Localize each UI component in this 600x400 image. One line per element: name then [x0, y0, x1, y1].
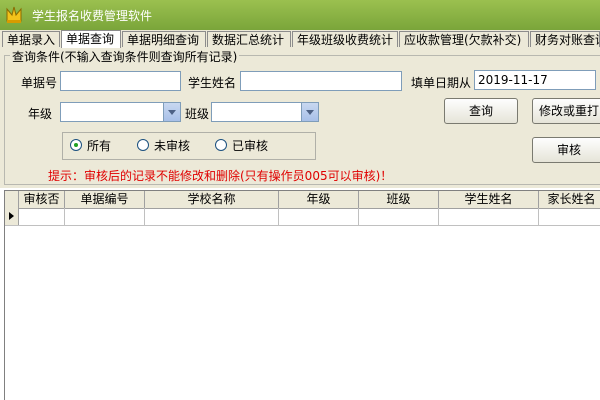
app-logo-icon — [6, 6, 22, 23]
grade-label: 年级 — [28, 107, 53, 121]
table-cell[interactable] — [359, 208, 439, 225]
student-name-input[interactable] — [240, 71, 402, 91]
records-grid[interactable]: 审核否 单据编号 学校名称 年级 班级 学生姓名 家长姓名 — [4, 190, 600, 400]
filter-all-radio[interactable] — [70, 139, 82, 151]
filter-all-label[interactable]: 所有 — [87, 137, 111, 154]
table-row[interactable] — [5, 208, 600, 226]
table-cell[interactable] — [279, 208, 359, 225]
student-name-label: 学生姓名 — [188, 76, 237, 90]
chevron-down-icon[interactable] — [301, 103, 318, 121]
tab-summary-stats[interactable]: 数据汇总统计 — [207, 31, 291, 47]
tab-receivables[interactable]: 应收款管理(欠款补交) — [399, 31, 529, 47]
doc-no-input[interactable] — [60, 71, 181, 91]
date-from-input[interactable]: 2019-11-17 — [474, 70, 596, 90]
table-cell[interactable] — [65, 208, 145, 225]
edit-reprint-button[interactable]: 修改或重打 — [532, 98, 600, 124]
filter-unaudited-label[interactable]: 未审核 — [154, 137, 190, 154]
row-indicator-header — [5, 191, 19, 208]
col-header-audited[interactable]: 审核否 — [19, 191, 65, 208]
chevron-down-icon[interactable] — [163, 103, 180, 121]
table-cell[interactable] — [539, 208, 600, 225]
audit-hint-text: 提示：审核后的记录不能修改和删除(只有操作员005可以审核)！ — [48, 169, 393, 183]
tab-finance-reconcile[interactable]: 财务对账查询 — [530, 31, 600, 47]
grade-select[interactable] — [60, 102, 181, 122]
tab-entry[interactable]: 单据录入 — [2, 31, 60, 47]
filter-audited-label[interactable]: 已审核 — [232, 137, 268, 154]
col-header-class[interactable]: 班级 — [359, 191, 439, 208]
query-legend: 查询条件(不输入查询条件则查询所有记录) — [10, 48, 240, 65]
title-bar: 学生报名收费管理软件 — [0, 0, 600, 30]
table-cell[interactable] — [19, 208, 65, 225]
tab-detail-query[interactable]: 单据明细查询 — [122, 31, 206, 47]
audit-button[interactable]: 审核 — [532, 137, 600, 163]
class-label: 班级 — [185, 107, 210, 121]
tab-bar: 单据录入 单据查询 单据明细查询 数据汇总统计 年级班级收费统计 应收款管理(欠… — [0, 30, 600, 49]
tab-query[interactable]: 单据查询 — [61, 30, 121, 48]
col-header-grade[interactable]: 年级 — [279, 191, 359, 208]
col-header-doc-no[interactable]: 单据编号 — [65, 191, 145, 208]
query-button[interactable]: 查询 — [444, 98, 518, 124]
doc-no-label: 单据号 — [21, 76, 58, 90]
col-header-school[interactable]: 学校名称 — [145, 191, 279, 208]
filter-unaudited-radio[interactable] — [137, 139, 149, 151]
date-from-label: 填单日期从 — [411, 76, 472, 90]
tab-grade-class-stats[interactable]: 年级班级收费统计 — [292, 31, 398, 47]
audit-filter-group: 所有 未审核 已审核 — [62, 132, 316, 160]
col-header-parent-name[interactable]: 家长姓名 — [539, 191, 600, 208]
table-cell[interactable] — [145, 208, 279, 225]
table-cell[interactable] — [439, 208, 539, 225]
filter-audited-radio[interactable] — [215, 139, 227, 151]
col-header-student-name[interactable]: 学生姓名 — [439, 191, 539, 208]
window-title: 学生报名收费管理软件 — [32, 9, 153, 23]
grid-header: 审核否 单据编号 学校名称 年级 班级 学生姓名 家长姓名 — [5, 191, 600, 209]
class-select[interactable] — [211, 102, 319, 122]
